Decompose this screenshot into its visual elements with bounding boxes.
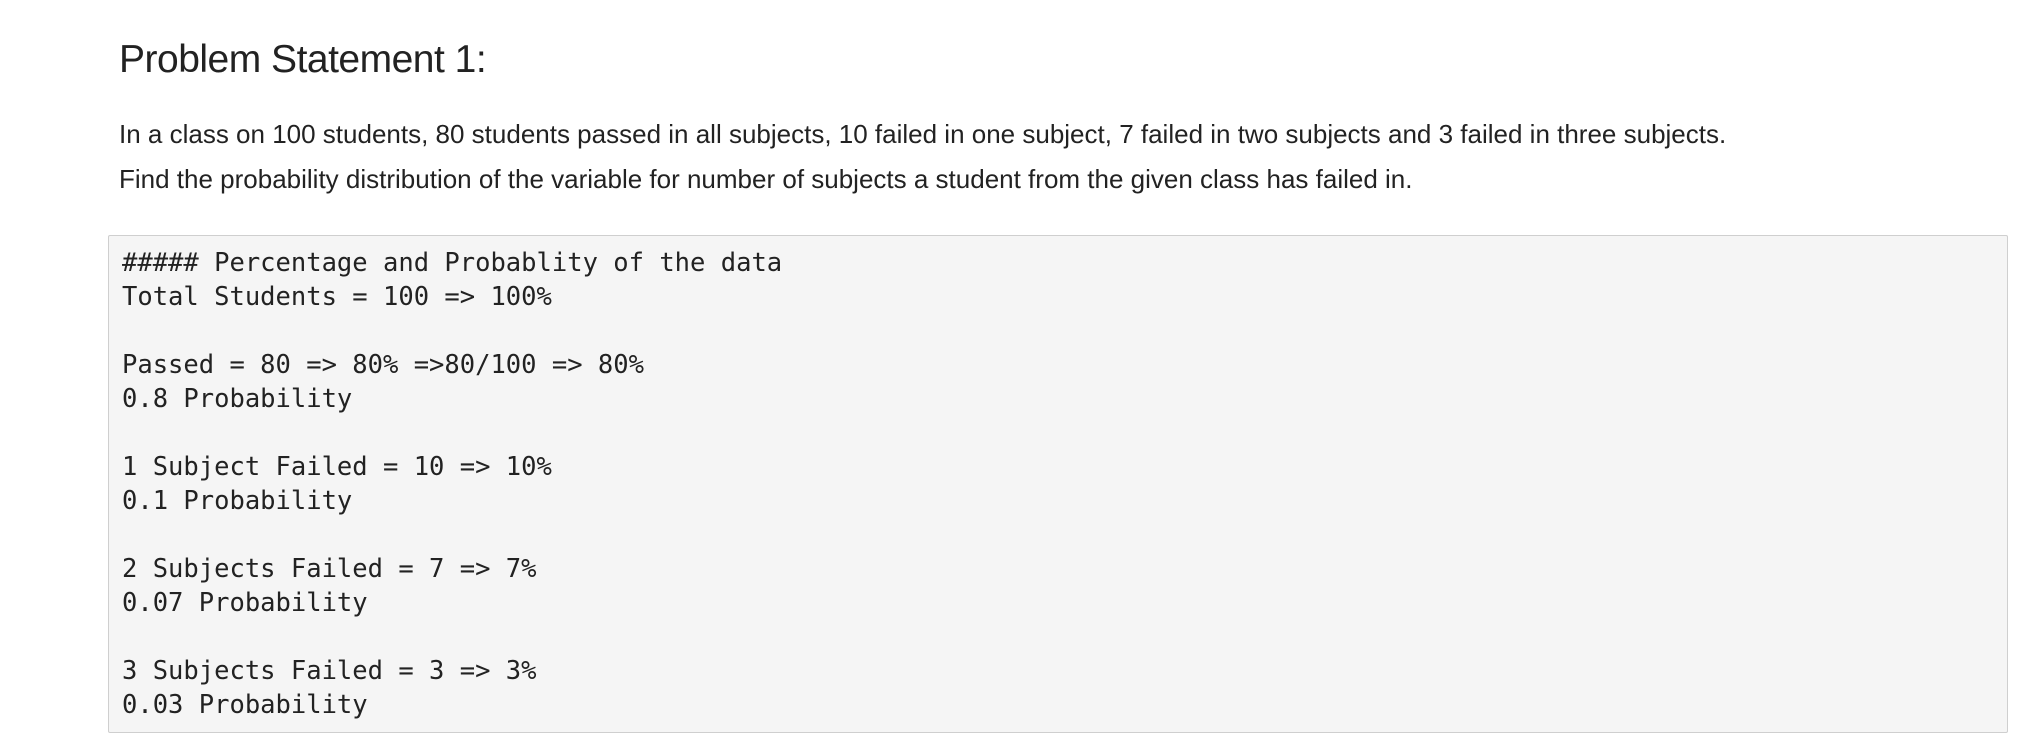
code-line-13: 3 Subjects Failed = 3 => 3%: [122, 656, 537, 686]
code-line-11: 0.07 Probability: [122, 588, 368, 618]
code-line-5: 0.8 Probability: [122, 384, 353, 414]
code-line-8: 0.1 Probability: [122, 486, 353, 516]
problem-description: In a class on 100 students, 80 students …: [119, 112, 1999, 202]
code-line-7: 1 Subject Failed = 10 => 10%: [122, 452, 552, 482]
code-line-14: 0.03 Probability: [122, 690, 368, 720]
code-line-10: 2 Subjects Failed = 7 => 7%: [122, 554, 537, 584]
problem-heading: Problem Statement 1:: [119, 38, 487, 81]
code-line-4: Passed = 80 => 80% =>80/100 => 80%: [122, 350, 644, 380]
code-line-2: Total Students = 100 => 100%: [122, 282, 552, 312]
code-line-1: ##### Percentage and Probablity of the d…: [122, 248, 783, 278]
code-block: ##### Percentage and Probablity of the d…: [108, 235, 2008, 733]
description-line-2: Find the probability distribution of the…: [119, 164, 1413, 194]
description-line-1: In a class on 100 students, 80 students …: [119, 119, 1727, 149]
